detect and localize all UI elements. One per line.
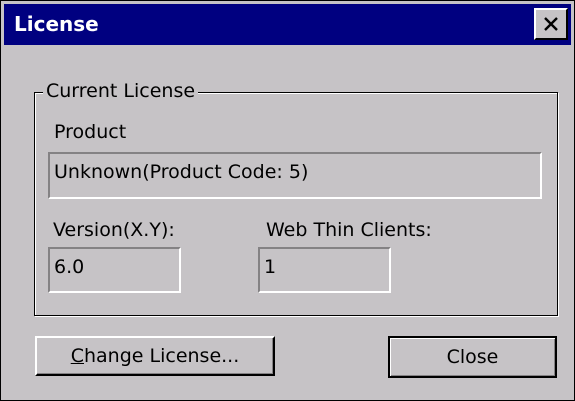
version-value: 6.0 <box>54 256 85 278</box>
version-label: Version(X.Y): <box>53 219 175 241</box>
web-thin-clients-value: 1 <box>264 256 277 278</box>
close-window-button[interactable] <box>534 8 568 40</box>
title-bar[interactable]: License <box>4 4 571 46</box>
close-button-label: Close <box>446 346 499 368</box>
change-license-label: Change License... <box>70 345 240 367</box>
dialog-title: License <box>14 12 99 36</box>
web-thin-clients-label: Web Thin Clients: <box>266 219 432 241</box>
web-thin-clients-field[interactable]: 1 <box>258 247 391 293</box>
license-dialog: License Current License Product Unknown(… <box>0 0 575 401</box>
change-license-button[interactable]: Change License... <box>35 336 275 376</box>
product-label: Product <box>54 121 127 143</box>
close-icon <box>544 17 558 31</box>
product-value: Unknown(Product Code: 5) <box>54 161 309 183</box>
product-field[interactable]: Unknown(Product Code: 5) <box>48 152 542 199</box>
close-button[interactable]: Close <box>388 336 557 378</box>
version-field[interactable]: 6.0 <box>48 247 181 293</box>
group-title: Current License <box>43 79 199 103</box>
